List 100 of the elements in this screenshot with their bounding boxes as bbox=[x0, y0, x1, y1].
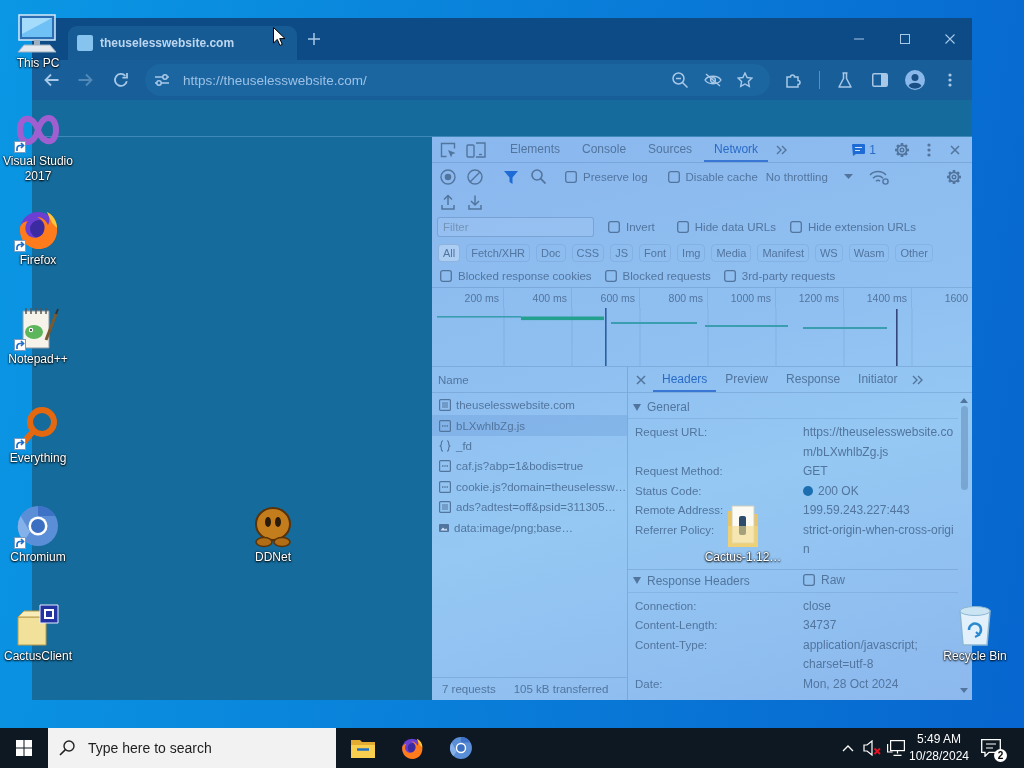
browser-tab[interactable]: theuselesswebsite.com bbox=[68, 26, 297, 60]
search-box[interactable]: Type here to search bbox=[48, 728, 336, 768]
tune-icon[interactable] bbox=[154, 73, 170, 87]
network-icon[interactable] bbox=[887, 740, 905, 756]
record-icon[interactable] bbox=[440, 168, 456, 185]
more-menu-icon[interactable] bbox=[927, 142, 931, 157]
icon-label[interactable]: Everything bbox=[9, 451, 67, 466]
folder-icon[interactable] bbox=[350, 738, 375, 758]
panel-tab[interactable]: Sources bbox=[638, 137, 703, 162]
request-row[interactable]: theuselesswebsite.com bbox=[432, 395, 627, 416]
inspect-icon[interactable] bbox=[440, 141, 456, 158]
section-toggle[interactable]: General bbox=[633, 400, 690, 414]
icon-label[interactable]: DDNet bbox=[255, 550, 291, 565]
icon-label[interactable]: Chromium bbox=[10, 550, 66, 565]
checkbox-label[interactable]: Hide extension URLs bbox=[807, 221, 916, 233]
details-tab[interactable]: Headers bbox=[653, 367, 717, 392]
star-icon[interactable] bbox=[737, 72, 753, 88]
resource-type-filter[interactable]: Font bbox=[639, 244, 672, 262]
checkbox-label[interactable]: 3rd-party requests bbox=[741, 270, 836, 282]
wifi-gear-icon[interactable] bbox=[868, 168, 889, 185]
icon-label[interactable]: Visual Studio 2017 bbox=[0, 154, 80, 184]
checkbox[interactable] bbox=[803, 573, 815, 586]
throttling-dropdown[interactable]: No throttling bbox=[765, 170, 853, 183]
checkbox-label[interactable]: Hide data URLs bbox=[694, 221, 776, 233]
scroll-up-arrow-icon[interactable] bbox=[960, 398, 968, 403]
checkbox[interactable] bbox=[604, 270, 617, 282]
checkbox-label[interactable]: Blocked requests bbox=[622, 270, 711, 282]
resource-type-filter[interactable]: CSS bbox=[571, 244, 605, 262]
folder-icon[interactable] bbox=[727, 504, 759, 548]
plus-icon[interactable] bbox=[308, 33, 320, 45]
resource-type-filter[interactable]: All bbox=[438, 244, 461, 262]
device-icon[interactable] bbox=[466, 141, 486, 158]
section-toggle[interactable]: Response Headers bbox=[633, 573, 750, 588]
checkbox-label[interactable]: Preserve log bbox=[583, 170, 648, 183]
more-menu-icon[interactable] bbox=[948, 73, 952, 87]
checkbox-label[interactable]: Invert bbox=[626, 221, 655, 233]
back-arrow-icon[interactable] bbox=[43, 73, 59, 87]
resource-type-filter[interactable]: Wasm bbox=[848, 244, 890, 262]
close-icon[interactable] bbox=[636, 374, 646, 385]
address-bar[interactable]: https://theuselesswebsite.com/ bbox=[145, 64, 770, 96]
eye-slash-icon[interactable] bbox=[704, 73, 722, 87]
request-row[interactable]: bLXwhlbZg.js bbox=[432, 415, 627, 436]
checkbox[interactable] bbox=[789, 221, 802, 233]
clock-time[interactable]: 5:49 AM bbox=[917, 731, 961, 748]
close-icon[interactable] bbox=[945, 34, 955, 44]
close-icon[interactable] bbox=[950, 144, 960, 155]
resource-type-filter[interactable]: WS bbox=[814, 244, 843, 262]
icon-label[interactable]: This PC bbox=[16, 56, 60, 71]
checkbox[interactable] bbox=[608, 221, 620, 233]
request-row[interactable]: ads?adtest=off&psid=311305… bbox=[432, 496, 627, 518]
issues-button[interactable]: 1 bbox=[852, 142, 876, 157]
avatar-icon[interactable] bbox=[905, 70, 925, 90]
resource-type-filter[interactable]: Manifest bbox=[757, 244, 809, 262]
resource-type-filter[interactable]: Other bbox=[895, 244, 933, 262]
request-row[interactable]: _fd bbox=[432, 435, 627, 457]
search-input[interactable]: Type here to search bbox=[88, 740, 336, 756]
filter-icon[interactable] bbox=[504, 169, 518, 184]
request-row[interactable]: data:image/png;base… bbox=[432, 517, 627, 538]
maximize-icon[interactable] bbox=[900, 34, 910, 44]
request-row[interactable]: caf.js?abp=1&bodis=true bbox=[432, 456, 627, 477]
details-tab[interactable]: Response bbox=[777, 367, 850, 392]
reload-icon[interactable] bbox=[113, 72, 129, 88]
side-panel-icon[interactable] bbox=[872, 73, 888, 87]
column-header[interactable]: Name bbox=[438, 373, 469, 386]
archive-icon[interactable] bbox=[16, 603, 60, 647]
checkbox[interactable] bbox=[667, 170, 680, 183]
resource-type-filter[interactable]: Media bbox=[711, 244, 752, 262]
panel-tab[interactable]: Console bbox=[572, 137, 637, 162]
checkbox[interactable] bbox=[565, 170, 577, 183]
resource-type-filter[interactable]: Doc bbox=[536, 244, 566, 262]
icon-label[interactable]: Cactus-1.12… bbox=[704, 550, 782, 565]
checkbox[interactable] bbox=[723, 270, 736, 282]
fox-globe-icon[interactable] bbox=[399, 736, 424, 760]
checkbox-label[interactable]: Raw bbox=[821, 572, 845, 587]
download-icon[interactable] bbox=[468, 193, 482, 210]
notification-icon[interactable] bbox=[981, 739, 1001, 757]
icon-label[interactable]: CactusClient bbox=[4, 649, 72, 664]
windows-logo-icon[interactable] bbox=[16, 740, 32, 756]
puzzle-icon[interactable] bbox=[785, 72, 801, 88]
ring-logo-icon[interactable] bbox=[448, 736, 473, 760]
details-tab[interactable]: Preview bbox=[716, 367, 778, 392]
url-input[interactable]: https://theuselesswebsite.com/ bbox=[183, 72, 672, 88]
checkbox-label[interactable]: Blocked response cookies bbox=[458, 270, 592, 282]
muted-speaker-icon[interactable] bbox=[863, 740, 881, 756]
checkbox[interactable] bbox=[440, 270, 452, 282]
chevron-up-icon[interactable] bbox=[842, 744, 854, 752]
icon-label[interactable]: Notepad++ bbox=[8, 352, 68, 367]
circle-slash-icon[interactable] bbox=[467, 168, 483, 185]
scroll-down-arrow-icon[interactable] bbox=[960, 688, 968, 693]
double-chevron-icon[interactable] bbox=[776, 144, 788, 155]
resource-type-filter[interactable]: Img bbox=[677, 244, 706, 262]
checkbox-label[interactable]: Disable cache bbox=[685, 170, 758, 183]
details-tab[interactable]: Initiator bbox=[849, 367, 907, 392]
clock-date[interactable]: 10/28/2024 bbox=[908, 748, 970, 765]
zoom-out-icon[interactable] bbox=[672, 72, 688, 88]
resource-type-filter[interactable]: JS bbox=[610, 244, 634, 262]
panel-tab[interactable]: Network bbox=[704, 137, 769, 162]
resource-type-filter[interactable]: Fetch/XHR bbox=[466, 244, 531, 262]
double-chevron-icon[interactable] bbox=[912, 374, 924, 385]
scrollbar-thumb[interactable] bbox=[960, 406, 968, 490]
